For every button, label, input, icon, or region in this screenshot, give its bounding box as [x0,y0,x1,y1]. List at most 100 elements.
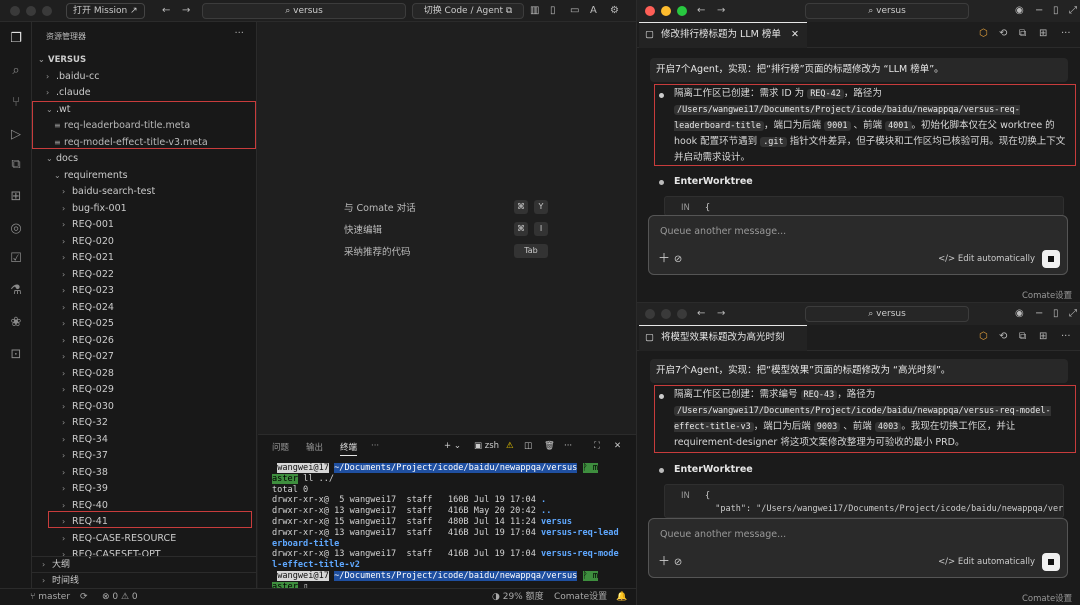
forward-arrow-icon[interactable]: → [717,4,725,18]
tree-folder[interactable]: › REQ-37 [62,448,108,464]
tree-folder[interactable]: › .claude [46,85,91,101]
account-icon[interactable]: ◉ [1015,307,1024,321]
tree-folder[interactable]: › REQ-001 [62,217,114,233]
terminal-output[interactable]: wangwei@17 ~/Documents/Project/icode/bai… [272,463,628,593]
maximize-panel-icon[interactable]: ⛶ [594,441,600,451]
maximize-window-button[interactable] [677,6,687,16]
forward-arrow-icon[interactable]: → [717,307,725,321]
edit-automatically-toggle[interactable]: </> Edit automatically [938,254,1035,264]
tree-folder[interactable]: › REQ-022 [62,267,114,283]
comate-settings[interactable]: Comate设置 [554,589,607,605]
explorer-icon[interactable]: ❐ [7,30,25,48]
tree-folder[interactable]: › REQ-024 [62,300,114,316]
back-arrow-icon[interactable]: ← [697,4,705,18]
maximize-window-button[interactable] [42,6,52,16]
back-arrow-icon[interactable]: ← [697,307,705,321]
comate-settings-bottom[interactable]: Comate设置 [1022,592,1072,604]
extensions-icon[interactable]: ⊞ [7,188,25,206]
split-terminal-icon[interactable]: ◫ [524,441,532,451]
tab-problems[interactable]: 问题 [272,441,289,453]
minus-icon[interactable]: − [1035,4,1043,18]
close-window-button[interactable] [645,309,655,319]
git-branch[interactable]: ⑂ master [30,589,70,605]
tab-more[interactable]: ··· [371,441,379,451]
remote-icon[interactable]: ⧉ [7,156,25,174]
tree-folder[interactable]: › REQ-023 [62,283,114,299]
testing-icon[interactable]: ⚗ [7,282,25,300]
tree-folder[interactable]: › REQ-39 [62,481,108,497]
comate-icon[interactable]: ⬡ [979,330,988,344]
edit-automatically-toggle[interactable]: </> Edit automatically [938,557,1035,567]
tab-output[interactable]: 输出 [306,441,323,453]
add-attachment-icon[interactable]: ＋ ⊘ [658,552,682,569]
run-debug-icon[interactable]: ▷ [7,126,25,144]
history-icon[interactable]: ⟲ [999,27,1007,41]
more-icon[interactable]: ··· [1061,27,1071,41]
quota-indicator[interactable]: ◑ 29% 额度 [492,589,544,605]
agent-icon[interactable]: ⊡ [7,346,25,364]
agent-search-box[interactable]: ⌕ versus [805,3,969,19]
tree-folder[interactable]: ⌄ requirements [54,168,128,184]
history-icon[interactable]: ⟲ [999,330,1007,344]
image-icon[interactable]: ⊘ [674,254,682,265]
terminal-shell[interactable]: ▣ zsh [474,441,499,451]
tree-folder[interactable]: ⌄ VERSUS [38,52,86,68]
stop-button[interactable] [1042,250,1060,268]
tab-agent-top[interactable]: ▢ 修改排行榜标题为 LLM 榜单 ✕ [639,22,807,48]
agent-search-box[interactable]: ⌕ versus [805,306,969,322]
close-window-button[interactable] [645,6,655,16]
fullscreen-icon[interactable]: ⤢ [1069,4,1077,18]
tree-folder[interactable]: › REQ-020 [62,234,114,250]
tree-folder[interactable]: › REQ-028 [62,366,114,382]
tab-agent-bottom[interactable]: ▢ 将模型效果标题改为高光时刻 [639,325,807,351]
minimize-window-button[interactable] [661,6,671,16]
tree-folder[interactable]: › baidu-search-test [62,184,155,200]
sidebar-toggle-icon[interactable]: ▯ [1053,307,1059,321]
layout-icon[interactable]: ▥ [530,4,539,18]
close-panel-icon[interactable]: ✕ [614,441,621,451]
sidebar-toggle-icon[interactable]: ▯ [550,4,556,18]
back-arrow-icon[interactable]: ← [162,4,170,18]
copy-icon[interactable]: ⧉ [1019,330,1026,344]
sidebar-toggle-icon[interactable]: ▯ [1053,4,1059,18]
copy-icon[interactable]: ⧉ [1019,27,1026,41]
more-icon[interactable]: ··· [564,441,572,451]
panel-toggle-icon[interactable]: ▭ [570,4,579,18]
tree-folder[interactable]: ⌄ docs [46,151,78,167]
add-attachment-icon[interactable]: ＋ ⊘ [658,249,682,266]
comate-icon[interactable]: ⬡ [979,27,988,41]
tree-folder[interactable]: › REQ-021 [62,250,114,266]
source-control-icon[interactable]: ⑂ [7,94,25,112]
more-icon[interactable]: ··· [1061,330,1071,344]
account-icon[interactable]: ◉ [1015,4,1024,18]
fullscreen-icon[interactable]: ⤢ [1069,307,1077,321]
tasks-icon[interactable]: ☑ [7,250,25,268]
timeline-section[interactable]: › 时间线 [32,572,256,588]
open-mission-button[interactable]: 打开 Mission ↗ [66,3,145,19]
tree-folder[interactable]: › REQ-32 [62,415,108,431]
tree-folder[interactable]: › REQ-025 [62,316,114,332]
tree-folder[interactable]: › REQ-CASE-RESOURCE [62,531,176,547]
problems-count[interactable]: ⊗ 0 ⚠ 0 [102,589,138,605]
forward-arrow-icon[interactable]: → [182,4,190,18]
minimize-window-button[interactable] [661,309,671,319]
stop-button[interactable] [1042,553,1060,571]
tree-folder[interactable]: › REQ-027 [62,349,114,365]
tree-folder[interactable]: › REQ-34 [62,432,108,448]
new-chat-icon[interactable]: ⊞ [1039,27,1047,41]
font-icon[interactable]: A [590,4,597,18]
close-tab-icon[interactable]: ✕ [791,23,799,47]
tree-folder[interactable]: › REQ-026 [62,333,114,349]
command-search-box[interactable]: ⌕ versus [202,3,406,19]
browser-icon[interactable]: ◎ [7,220,25,238]
message-input-top[interactable]: Queue another message... ＋ ⊘ </> Edit au… [648,215,1068,275]
maximize-window-button[interactable] [677,309,687,319]
minus-icon[interactable]: − [1035,307,1043,321]
close-window-button[interactable] [10,6,20,16]
message-input-bottom[interactable]: Queue another message... ＋ ⊘ </> Edit au… [648,518,1068,578]
search-icon[interactable]: ⌕ [7,62,25,80]
more-icon[interactable]: ··· [234,28,244,39]
new-chat-icon[interactable]: ⊞ [1039,330,1047,344]
sync-icon[interactable]: ⟳ [80,589,88,605]
gear-icon[interactable]: ⚙ [610,4,619,18]
